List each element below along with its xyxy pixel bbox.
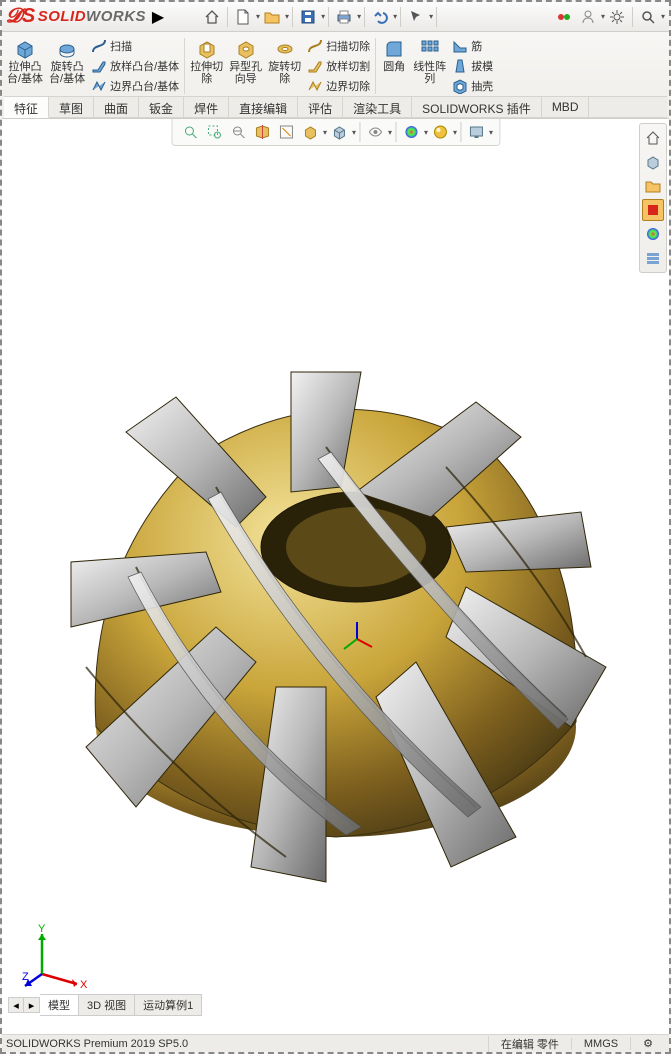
status-menu-icon[interactable]: ⚙ [630,1037,665,1050]
forum-icon[interactable] [642,247,664,269]
dropdown-arrow-icon[interactable]: ▾ [424,128,428,137]
app-logo: 𝓓S SOLIDWORKS [6,5,146,28]
titlebar: 𝓓S SOLIDWORKS ▶ ▾ ▾ ▾ ▾ ▾ ▾ ▾ ▾ [2,2,669,32]
fillet-button[interactable]: 圆角 [378,36,410,75]
sweep-button[interactable]: 扫描 [88,36,182,56]
cut-sweep-button[interactable]: 扫描切除 [304,36,373,56]
user-icon[interactable] [577,6,599,28]
task-pane [639,123,667,273]
dropdown-arrow-icon[interactable]: ▾ [352,128,356,137]
heads-up-view-toolbar: ▾ ▾ ▾ ▾ ▾ ▾ [171,119,500,146]
svg-text:Y: Y [38,924,46,935]
previous-view-icon[interactable] [227,121,249,143]
dropdown-arrow-icon[interactable]: ▾ [393,12,397,21]
dropdown-arrow-icon[interactable]: ▾ [256,12,260,21]
bottom-tab-motion-study[interactable]: 运动算例1 [135,994,202,1016]
tab-weldments[interactable]: 焊件 [184,97,229,117]
dropdown-arrow-icon[interactable]: ▾ [285,12,289,21]
cut-loft-button[interactable]: 放样切割 [304,56,373,76]
svg-text:X: X [80,979,88,991]
view-orientation-icon[interactable] [299,121,321,143]
tab-mbd[interactable]: MBD [542,97,590,117]
undo-icon[interactable] [369,6,391,28]
new-doc-icon[interactable] [232,6,254,28]
dropdown-arrow-icon[interactable]: ▾ [321,12,325,21]
tab-render-tools[interactable]: 渲染工具 [343,97,412,117]
dropdown-arrow-icon[interactable]: ▾ [429,12,433,21]
bottom-tab-3dview[interactable]: 3D 视图 [79,994,135,1016]
tab-direct-edit[interactable]: 直接编辑 [229,97,298,117]
view-settings-icon[interactable] [465,121,487,143]
file-explorer-icon[interactable] [642,151,664,173]
rib-button[interactable]: 筋 [449,36,496,56]
tab-sw-addins[interactable]: SOLIDWORKS 插件 [412,97,542,117]
graphics-viewport[interactable]: ▾ ▾ ▾ ▾ ▾ ▾ [2,119,669,1034]
zoom-to-fit-icon[interactable] [179,121,201,143]
open-doc-icon[interactable] [261,6,283,28]
bottom-tab-model[interactable]: 模型 [40,994,79,1016]
revolve-boss-button[interactable]: 旋转凸 台/基体 [46,36,88,87]
options-gear-icon[interactable] [606,6,628,28]
home-icon[interactable] [201,6,223,28]
bottom-view-tabs: ◂ ▸ 模型 3D 视图 运动算例1 [8,994,202,1016]
apply-scene-icon[interactable] [429,121,451,143]
tab-sheetmetal[interactable]: 钣金 [139,97,184,117]
rebuild-icon[interactable] [553,6,575,28]
status-bar: SOLIDWORKS Premium 2019 SP5.0 在编辑 零件 MMG… [2,1034,669,1052]
status-product: SOLIDWORKS Premium 2019 SP5.0 [6,1038,188,1050]
appearances-icon[interactable] [642,199,664,221]
view-palette-icon[interactable] [642,175,664,197]
cut-revolve-button[interactable]: 旋转切 除 [265,36,304,87]
status-units[interactable]: MMGS [571,1038,630,1050]
svg-text:Z: Z [22,971,29,983]
hole-wizard-button[interactable]: 异型孔 向导 [226,36,265,87]
dropdown-arrow-icon[interactable]: ▾ [357,12,361,21]
reference-triad: X Y Z [22,924,92,994]
dropdown-arrow-icon[interactable]: ▾ [489,128,493,137]
display-style-icon[interactable] [328,121,350,143]
origin-triad [337,619,377,659]
loft-button[interactable]: 放样凸台/基体 [88,56,182,76]
dropdown-arrow-icon[interactable]: ▾ [601,12,605,21]
linear-pattern-button[interactable]: 线性阵 列 [410,36,449,87]
tab-scroll-right-icon[interactable]: ▸ [24,997,40,1013]
select-cursor-icon[interactable] [405,6,427,28]
ribbon-toolbar: 拉伸凸 台/基体 旋转凸 台/基体 扫描 放样凸台/基体 边界凸台/基体 拉伸切… [2,32,669,119]
tab-sketch[interactable]: 草图 [49,97,94,117]
draft-button[interactable]: 拔模 [449,56,496,76]
save-icon[interactable] [297,6,319,28]
dropdown-arrow-icon[interactable]: ▾ [453,128,457,137]
section-view-icon[interactable] [251,121,273,143]
tab-scroll-left-icon[interactable]: ◂ [8,997,24,1013]
hide-show-items-icon[interactable] [364,121,386,143]
cut-boundary-button[interactable]: 边界切除 [304,76,373,96]
command-tabs: 特征 草图 曲面 钣金 焊件 直接编辑 评估 渲染工具 SOLIDWORKS 插… [4,96,667,118]
print-icon[interactable] [333,6,355,28]
cut-extrude-button[interactable]: 拉伸切 除 [187,36,226,87]
tab-evaluate[interactable]: 评估 [298,97,343,117]
dropdown-arrow-icon[interactable]: ▾ [661,12,665,21]
status-edit-state: 在编辑 零件 [488,1036,571,1052]
dropdown-arrow-icon[interactable]: ▾ [323,128,327,137]
tab-surfaces[interactable]: 曲面 [94,97,139,117]
shell-button[interactable]: 抽壳 [449,76,496,96]
dropdown-arrow-icon[interactable]: ▾ [388,128,392,137]
expand-menu-icon[interactable]: ▶ [147,6,169,28]
design-library-icon[interactable] [642,127,664,149]
edit-appearance-icon[interactable] [400,121,422,143]
search-icon[interactable] [637,6,659,28]
custom-properties-icon[interactable] [642,223,664,245]
extrude-boss-button[interactable]: 拉伸凸 台/基体 [4,36,46,87]
tab-features[interactable]: 特征 [4,97,49,118]
model-render [56,267,616,887]
dynamic-annotation-icon[interactable] [275,121,297,143]
boundary-button[interactable]: 边界凸台/基体 [88,76,182,96]
zoom-to-area-icon[interactable] [203,121,225,143]
